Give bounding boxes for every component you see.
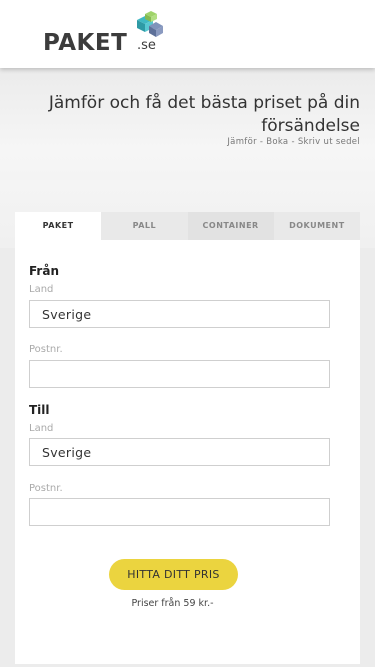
tab-paket[interactable]: PAKET	[15, 212, 102, 240]
hero-title: Jämför och få det bästa priset på din fö…	[48, 93, 360, 136]
from-country-select[interactable]: Sverige	[29, 300, 330, 328]
to-heading: Till	[29, 403, 50, 417]
price-note: Priser från 59 kr.-	[131, 598, 214, 609]
tab-dokument[interactable]: DOKUMENT	[273, 212, 360, 240]
from-heading: Från	[29, 264, 59, 278]
cubes-logo-icon	[137, 11, 163, 37]
tab-container[interactable]: CONTAINER	[187, 212, 274, 240]
shipment-type-tabs: PAKET PALL CONTAINER DOKUMENT	[15, 212, 360, 240]
logo-text: PAKET	[43, 30, 128, 56]
from-country-label: Land	[29, 284, 54, 295]
to-postal-input[interactable]	[29, 498, 330, 526]
from-postal-label: Postnr.	[29, 344, 63, 355]
shipment-form-card: PAKET PALL CONTAINER DOKUMENT Från Land …	[15, 212, 360, 664]
logo-suffix: .se	[137, 38, 156, 53]
find-price-button[interactable]: HITTA DITT PRIS	[109, 559, 238, 590]
from-postal-input[interactable]	[29, 360, 330, 388]
logo[interactable]: PAKET .se	[43, 10, 173, 56]
to-country-label: Land	[29, 423, 54, 434]
to-postal-label: Postnr.	[29, 483, 63, 494]
tab-pall[interactable]: PALL	[101, 212, 188, 240]
to-country-select[interactable]: Sverige	[29, 438, 330, 466]
hero-subtitle: Jämför - Boka - Skriv ut sedel	[227, 137, 360, 147]
site-header: PAKET .se	[0, 0, 375, 68]
